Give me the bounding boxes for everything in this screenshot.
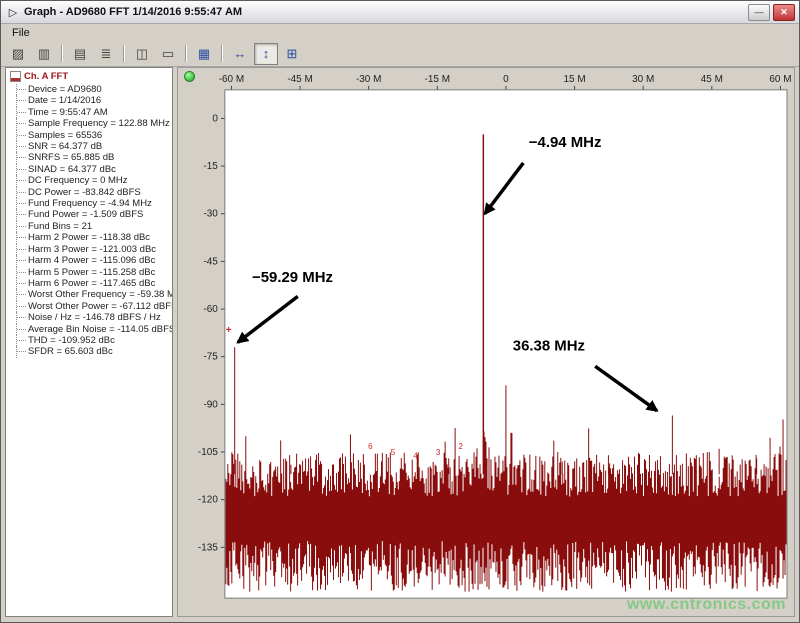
toolbar-separator [123,45,125,62]
y-tick-label: -60 [203,304,218,315]
tree-item[interactable]: SNRFS = 65.885 dB [16,152,172,163]
minimize-button[interactable]: — [748,4,770,21]
copy-graph-button[interactable]: ▥ [32,43,56,65]
toolbar-separator [61,45,63,62]
y-tick-label: -105 [198,447,218,458]
worst-other-marker: + [226,325,232,336]
tree-item[interactable]: Harm 6 Power = -117.465 dBc [16,278,172,289]
print-button[interactable]: ▭ [156,43,180,65]
tree-item[interactable]: Noise / Hz = -146.78 dBFS / Hz [16,312,172,323]
title-bar[interactable]: ▷ Graph - AD9680 FFT 1/14/2016 9:55:47 A… [1,1,799,24]
status-indicator-icon [184,71,195,82]
fit-horizontal-button[interactable]: ↔ [228,43,252,65]
menu-file[interactable]: File [5,26,37,40]
save-button[interactable]: ◫ [130,43,154,65]
x-tick-label: -45 M [287,74,312,85]
tree-item[interactable]: SINAD = 64.377 dBc [16,164,172,175]
watermark-text: www.cntronics.com [627,596,786,614]
tree-item[interactable]: THD = -109.952 dBc [16,335,172,346]
y-tick-label: -45 [203,256,218,267]
x-tick-label: 45 M [701,74,723,85]
properties-tree-panel: Ch. A FFT Device = AD9680Date = 1/14/201… [5,67,173,617]
fit-vertical-button[interactable]: ↕ [254,43,278,65]
x-tick-label: -60 M [219,74,244,85]
harmonic-marker-6: 6 [368,442,373,451]
fft-plot: 2 3 4 5 6 + -60 M -45 M -30 M -15 M 0 15 M 30 M 45 M 6… [178,68,794,616]
tree-item[interactable]: Average Bin Noise = -114.05 dBFS [16,324,172,335]
fft-node-icon [10,71,21,82]
tree-item[interactable]: Time = 9:55:47 AM [16,107,172,118]
tree-item[interactable]: Worst Other Frequency = -59.38 MHz [16,289,172,300]
y-tick-label: -30 [203,209,218,220]
harmonic-marker-4: 4 [413,451,418,460]
x-tick-label: 30 M [632,74,654,85]
toolbar-separator [221,45,223,62]
tree-item[interactable]: Harm 2 Power = -118.38 dBc [16,232,172,243]
x-tick-label: -15 M [425,74,450,85]
tree-item[interactable]: DC Frequency = 0 MHz [16,175,172,186]
y-tick-label: -75 [203,352,218,363]
y-tick-label: -120 [198,495,218,506]
tree-item[interactable]: Fund Frequency = -4.94 MHz [16,198,172,209]
tree-item[interactable]: Harm 4 Power = -115.096 dBc [16,255,172,266]
x-tick-label: 0 [503,74,509,85]
tree-item[interactable]: Sample Frequency = 122.88 MHz [16,118,172,129]
y-tick-label: 0 [212,113,218,124]
app-icon[interactable]: ▷ [5,6,21,19]
toolbar-separator [185,45,187,62]
x-tick-label: 15 M [563,74,585,85]
grid-button[interactable]: ▦ [192,43,216,65]
toolbar: ▨▥ ▤≣ ◫▭ ▦ ↔↕⊞ [1,41,799,67]
tree-item[interactable]: SNR = 64.377 dB [16,141,172,152]
menu-bar: File [1,24,799,41]
chart-area: 2 3 4 5 6 + -60 M -45 M -30 M -15 M 0 15 M 30 M 45 M 6… [177,67,795,617]
annotation-label-0: −4.94 MHz [529,134,602,151]
tree-item-list: Device = AD9680Date = 1/14/2016Time = 9:… [9,84,172,358]
tree-item[interactable]: Samples = 65536 [16,130,172,141]
fit-both-button[interactable]: ⊞ [280,43,304,65]
harmonic-marker-2: 2 [459,442,464,451]
text-button[interactable]: ≣ [94,43,118,65]
harmonic-marker-3: 3 [436,448,441,457]
tree-item[interactable]: Worst Other Power = -67.112 dBFS [16,301,172,312]
annotation-label-2: 36.38 MHz [513,337,585,354]
tree-item[interactable]: Fund Bins = 21 [16,221,172,232]
annotations-button[interactable]: ▤ [68,43,92,65]
tree-item[interactable]: Harm 5 Power = -115.258 dBc [16,267,172,278]
y-tick-label: -135 [198,542,218,553]
content-area: Ch. A FFT Device = AD9680Date = 1/14/201… [5,67,795,617]
y-tick-label: -15 [203,161,218,172]
app-window: ▷ Graph - AD9680 FFT 1/14/2016 9:55:47 A… [0,0,800,623]
annotation-label-1: −59.29 MHz [252,269,333,286]
tree-root-label: Ch. A FFT [24,71,68,82]
tree-item[interactable]: Date = 1/14/2016 [16,95,172,106]
window-title: Graph - AD9680 FFT 1/14/2016 9:55:47 AM [21,6,745,18]
x-tick-label: 60 M [769,74,791,85]
harmonic-marker-5: 5 [391,448,396,457]
tree-item[interactable]: SFDR = 65.603 dBc [16,346,172,357]
tree-item[interactable]: DC Power = -83.842 dBFS [16,187,172,198]
tree-root-channel-a-fft[interactable]: Ch. A FFT [9,70,172,84]
close-button[interactable]: ✕ [773,4,795,21]
tree-item[interactable]: Fund Power = -1.509 dBFS [16,209,172,220]
tree-item[interactable]: Device = AD9680 [16,84,172,95]
export-graph-button[interactable]: ▨ [6,43,30,65]
x-tick-label: -30 M [356,74,381,85]
y-tick-label: -90 [203,399,218,410]
tree-item[interactable]: Harm 3 Power = -121.003 dBc [16,244,172,255]
